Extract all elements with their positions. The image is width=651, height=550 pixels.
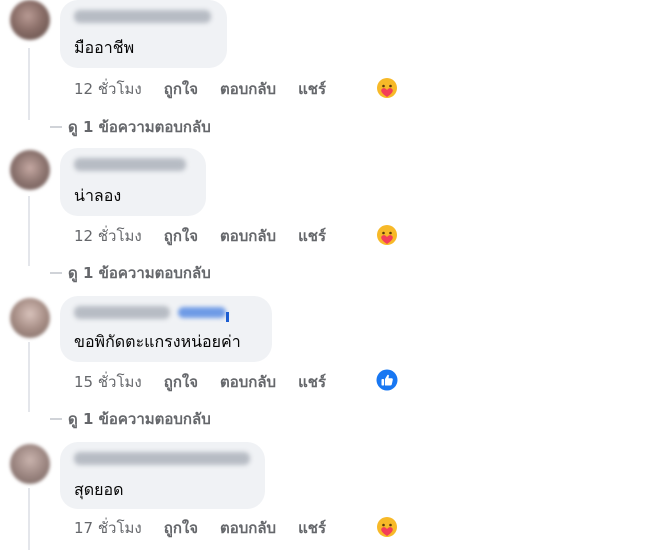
reply-button[interactable]: ตอบกลับ bbox=[220, 224, 276, 248]
share-button[interactable]: แชร์ bbox=[298, 370, 326, 394]
avatar[interactable] bbox=[10, 150, 50, 190]
author-name-blurred[interactable] bbox=[74, 158, 186, 171]
like-button[interactable]: ถูกใจ bbox=[164, 370, 198, 394]
reply-connector bbox=[50, 418, 62, 420]
share-button[interactable]: แชร์ bbox=[298, 224, 326, 248]
author-name-blurred[interactable] bbox=[74, 10, 211, 23]
like-button[interactable]: ถูกใจ bbox=[164, 224, 198, 248]
view-replies-link[interactable]: ดู 1 ข้อความตอบกลับ bbox=[68, 116, 211, 138]
reply-connector bbox=[50, 126, 62, 128]
reply-button[interactable]: ตอบกลับ bbox=[220, 516, 276, 540]
view-replies-link[interactable]: ดู 1 ข้อความตอบกลับ bbox=[68, 408, 211, 430]
view-replies-link[interactable]: ดู 1 ข้อความตอบกลับ bbox=[68, 262, 211, 284]
like-button[interactable]: ถูกใจ bbox=[164, 77, 198, 101]
reply-button[interactable]: ตอบกลับ bbox=[220, 370, 276, 394]
comment-text: ขอพิกัดตะแกรงหน่อยค่า bbox=[74, 332, 241, 351]
care-emoji-icon[interactable] bbox=[376, 516, 398, 538]
comment-text: สุดยอด bbox=[74, 480, 124, 499]
thumbs-up-icon[interactable] bbox=[376, 369, 398, 391]
thread-line bbox=[28, 196, 30, 266]
author-badge-edge bbox=[226, 312, 229, 322]
share-button[interactable]: แชร์ bbox=[298, 516, 326, 540]
comment-text: น่าลอง bbox=[74, 186, 122, 205]
avatar[interactable] bbox=[10, 298, 50, 338]
comment-bubble: มืออาชีพ bbox=[60, 0, 227, 68]
share-button[interactable]: แชร์ bbox=[298, 77, 326, 101]
comment-bubble: ขอพิกัดตะแกรงหน่อยค่า bbox=[60, 296, 272, 362]
thread-line bbox=[28, 342, 30, 412]
comment-actions: 12 ชั่วโมง ถูกใจ ตอบกลับ แชร์ bbox=[74, 225, 348, 247]
thread-line bbox=[28, 48, 30, 120]
author-name-blurred[interactable] bbox=[74, 452, 250, 465]
timestamp[interactable]: 17 ชั่วโมง bbox=[74, 516, 142, 540]
comment-bubble: น่าลอง bbox=[60, 148, 206, 216]
avatar[interactable] bbox=[10, 0, 50, 40]
comment-text: มืออาชีพ bbox=[74, 38, 135, 57]
care-emoji-icon[interactable] bbox=[376, 224, 398, 246]
timestamp[interactable]: 15 ชั่วโมง bbox=[74, 370, 142, 394]
care-emoji-icon[interactable] bbox=[376, 77, 398, 99]
comment-bubble: สุดยอด bbox=[60, 442, 265, 509]
comment-actions: 12 ชั่วโมง ถูกใจ ตอบกลับ แชร์ bbox=[74, 78, 348, 100]
author-badge-blurred bbox=[178, 307, 226, 318]
thread-line bbox=[28, 488, 30, 550]
reply-connector bbox=[50, 272, 62, 274]
timestamp[interactable]: 12 ชั่วโมง bbox=[74, 77, 142, 101]
like-button[interactable]: ถูกใจ bbox=[164, 516, 198, 540]
reply-button[interactable]: ตอบกลับ bbox=[220, 77, 276, 101]
comment-actions: 15 ชั่วโมง ถูกใจ ตอบกลับ แชร์ bbox=[74, 371, 348, 393]
avatar[interactable] bbox=[10, 444, 50, 484]
author-name-blurred[interactable] bbox=[74, 306, 170, 319]
timestamp[interactable]: 12 ชั่วโมง bbox=[74, 224, 142, 248]
comment-actions: 17 ชั่วโมง ถูกใจ ตอบกลับ แชร์ bbox=[74, 517, 348, 539]
